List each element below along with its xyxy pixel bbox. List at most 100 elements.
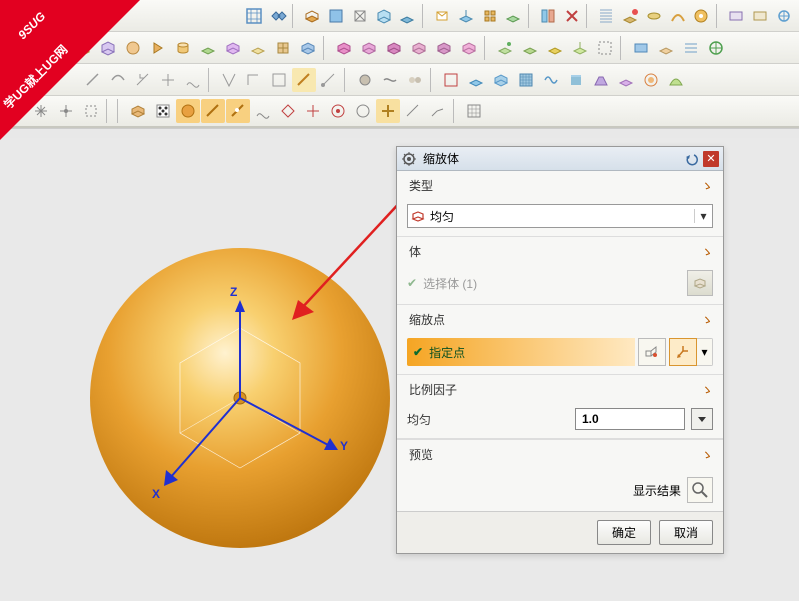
tool-icon[interactable] xyxy=(502,4,525,28)
tool-icon[interactable] xyxy=(332,36,356,60)
tool-icon[interactable] xyxy=(353,68,377,92)
tool-icon[interactable] xyxy=(639,68,663,92)
point-dropdown[interactable]: ▾ xyxy=(697,338,713,366)
tool-icon[interactable] xyxy=(518,36,542,60)
tool-icon[interactable] xyxy=(619,4,642,28)
tool-icon[interactable] xyxy=(79,99,103,123)
tool-icon[interactable] xyxy=(242,68,266,92)
tool-icon[interactable] xyxy=(357,36,381,60)
undo-icon[interactable] xyxy=(683,151,699,167)
tool-icon[interactable] xyxy=(301,99,325,123)
tool-icon[interactable] xyxy=(348,4,371,28)
collapse-icon[interactable]: ゝ xyxy=(701,177,713,194)
tool-icon[interactable] xyxy=(478,4,501,28)
tool-icon[interactable] xyxy=(654,36,678,60)
tool-icon[interactable] xyxy=(372,4,395,28)
tool-icon[interactable] xyxy=(196,36,220,60)
specify-point-row[interactable]: ✔ 指定点 ▾ xyxy=(407,338,713,366)
tool-icon[interactable] xyxy=(629,36,653,60)
tool-icon[interactable] xyxy=(301,4,324,28)
tool-active-icon[interactable] xyxy=(201,99,225,123)
tool-icon[interactable] xyxy=(432,36,456,60)
tool-icon[interactable] xyxy=(151,99,175,123)
cancel-button[interactable]: 取消 xyxy=(659,520,713,545)
tool-icon[interactable] xyxy=(96,36,120,60)
tool-icon[interactable] xyxy=(326,99,350,123)
tool-icon[interactable] xyxy=(171,36,195,60)
tool-icon[interactable] xyxy=(378,68,402,92)
tool-active-icon[interactable] xyxy=(376,99,400,123)
collapse-icon[interactable]: ゝ xyxy=(701,243,713,260)
tool-icon[interactable] xyxy=(156,68,180,92)
tool-icon[interactable] xyxy=(464,68,488,92)
tool-icon[interactable] xyxy=(543,36,567,60)
tool-icon[interactable] xyxy=(396,4,419,28)
tool-icon[interactable] xyxy=(666,4,689,28)
point-dialog-button[interactable] xyxy=(638,338,666,366)
tool-active-icon[interactable] xyxy=(226,99,250,123)
tool-icon[interactable] xyxy=(71,36,95,60)
tool-icon[interactable] xyxy=(407,36,431,60)
dropdown-icon[interactable]: ▾ xyxy=(694,209,712,223)
tool-icon[interactable] xyxy=(54,99,78,123)
collapse-icon[interactable]: ゝ xyxy=(701,311,713,328)
tool-icon[interactable] xyxy=(431,4,454,28)
tool-icon[interactable] xyxy=(81,68,105,92)
tool-icon[interactable] xyxy=(679,36,703,60)
show-result-button[interactable] xyxy=(687,477,713,503)
tool-icon[interactable] xyxy=(614,68,638,92)
tool-icon[interactable] xyxy=(296,36,320,60)
tool-icon[interactable] xyxy=(325,4,348,28)
tool-icon[interactable] xyxy=(564,68,588,92)
collapse-icon[interactable]: ゝ xyxy=(701,446,713,463)
tool-icon[interactable] xyxy=(267,68,291,92)
tool-active-icon[interactable] xyxy=(176,99,200,123)
collapse-icon[interactable]: ゝ xyxy=(701,381,713,398)
tool-icon[interactable] xyxy=(126,99,150,123)
tool-icon[interactable] xyxy=(351,99,375,123)
value-dropdown-button[interactable] xyxy=(691,408,713,430)
tool-icon[interactable] xyxy=(403,68,427,92)
body-picker-button[interactable] xyxy=(687,270,713,296)
tool-icon[interactable] xyxy=(401,99,425,123)
tool-icon[interactable] xyxy=(489,68,513,92)
tool-icon[interactable] xyxy=(439,68,463,92)
tool-icon[interactable] xyxy=(568,36,592,60)
ok-button[interactable]: 确定 xyxy=(597,520,651,545)
tool-icon[interactable] xyxy=(514,68,538,92)
tool-icon[interactable] xyxy=(539,68,563,92)
tool-icon[interactable] xyxy=(457,36,481,60)
tool-icon[interactable] xyxy=(106,68,130,92)
inferred-point-button[interactable] xyxy=(669,338,697,366)
tool-icon[interactable] xyxy=(704,36,728,60)
tool-icon[interactable] xyxy=(131,68,155,92)
uniform-value-input[interactable] xyxy=(575,408,685,430)
tool-icon[interactable] xyxy=(589,68,613,92)
tool-icon[interactable] xyxy=(146,36,170,60)
tool-icon[interactable] xyxy=(772,4,795,28)
tool-icon[interactable] xyxy=(221,36,245,60)
tool-icon[interactable] xyxy=(276,99,300,123)
tool-icon[interactable] xyxy=(664,68,688,92)
tool-icon[interactable] xyxy=(317,68,341,92)
tool-icon[interactable] xyxy=(29,99,53,123)
tool-icon[interactable] xyxy=(493,36,517,60)
tool-icon[interactable] xyxy=(595,4,618,28)
tool-icon[interactable] xyxy=(426,99,450,123)
tool-icon[interactable] xyxy=(242,4,265,28)
type-combo[interactable]: 均匀 ▾ xyxy=(407,204,713,228)
select-body-row[interactable]: ✔ 选择体 (1) xyxy=(407,270,713,296)
tool-icon[interactable] xyxy=(537,4,560,28)
tool-icon[interactable] xyxy=(748,4,771,28)
tool-icon[interactable] xyxy=(462,99,486,123)
tool-icon[interactable] xyxy=(454,4,477,28)
tool-icon[interactable] xyxy=(246,36,270,60)
tool-icon[interactable] xyxy=(382,36,406,60)
tool-icon[interactable] xyxy=(271,36,295,60)
tool-active-icon[interactable] xyxy=(292,68,316,92)
tool-icon[interactable] xyxy=(217,68,241,92)
tool-icon[interactable] xyxy=(181,68,205,92)
tool-icon[interactable] xyxy=(121,36,145,60)
tool-icon[interactable] xyxy=(690,4,713,28)
tool-icon[interactable] xyxy=(642,4,665,28)
